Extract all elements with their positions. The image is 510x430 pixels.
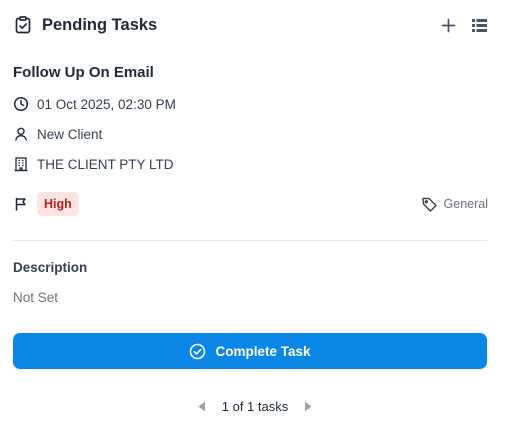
task-category-label: General	[443, 197, 488, 211]
task-datetime-row: 01 Oct 2025, 02:30 PM	[13, 96, 176, 112]
check-circle-icon	[189, 343, 206, 360]
description-value: Not Set	[13, 290, 59, 305]
clipboard-check-icon	[13, 15, 33, 35]
pagination-text: 1 of 1 tasks	[221, 399, 289, 414]
panel-title: Pending Tasks	[42, 15, 158, 34]
description-label: Description	[13, 260, 88, 275]
task-datetime: 01 Oct 2025, 02:30 PM	[37, 96, 176, 112]
header-actions	[440, 17, 488, 34]
complete-task-label: Complete Task	[215, 343, 311, 359]
clock-icon	[13, 96, 29, 112]
task-category: General	[421, 196, 488, 213]
section-divider	[13, 240, 487, 241]
priority-badge: High	[37, 192, 79, 216]
task-title: Follow Up On Email	[13, 64, 154, 81]
panel-header: Pending Tasks	[13, 12, 488, 38]
list-view-icon[interactable]	[471, 17, 488, 34]
task-contact: New Client	[37, 126, 103, 142]
flag-icon	[13, 196, 29, 212]
user-icon	[13, 126, 29, 142]
plus-icon[interactable]	[440, 17, 457, 34]
pagination: 1 of 1 tasks	[0, 399, 510, 414]
task-company-row: THE CLIENT PTY LTD	[13, 156, 174, 172]
building-icon	[13, 156, 29, 172]
complete-task-button[interactable]: Complete Task	[13, 333, 487, 369]
task-meta-row: High General	[13, 191, 488, 217]
previous-page-icon[interactable]	[196, 401, 208, 413]
tag-icon	[421, 196, 438, 213]
task-company: THE CLIENT PTY LTD	[37, 156, 174, 172]
task-contact-row: New Client	[13, 126, 102, 142]
next-page-icon[interactable]	[302, 401, 314, 413]
